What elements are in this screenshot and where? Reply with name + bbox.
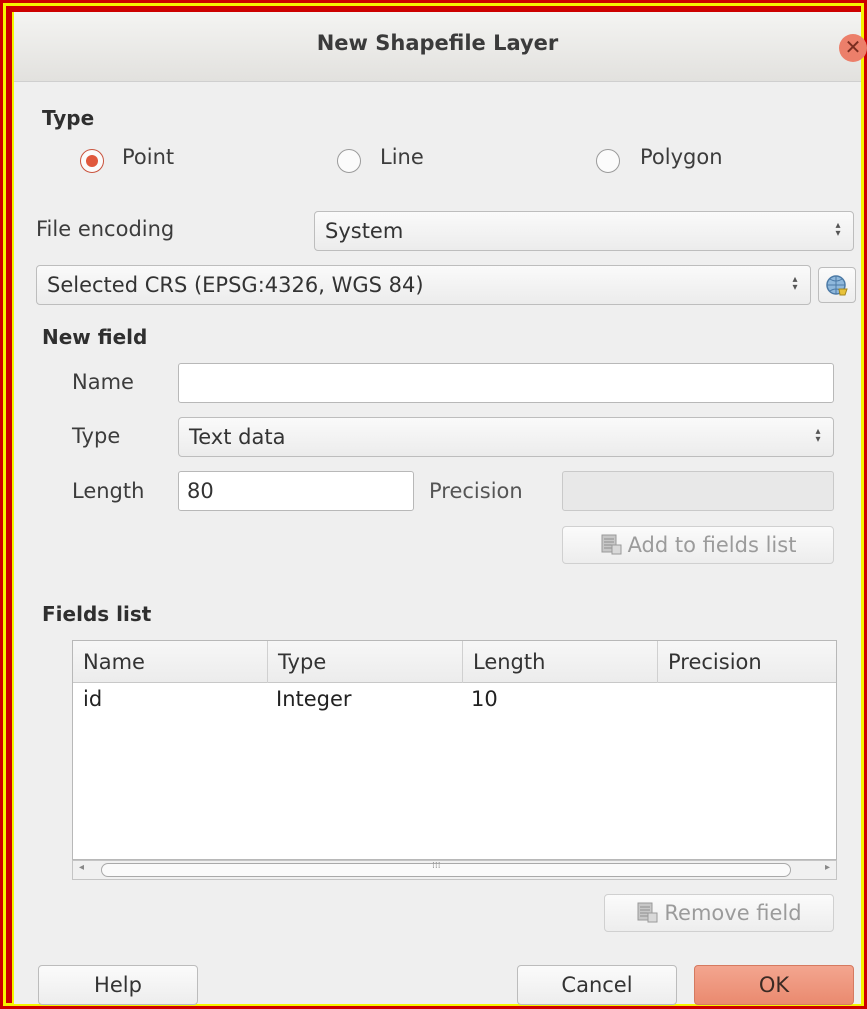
file-encoding-value: System [325,219,404,243]
file-encoding-select[interactable]: System ▴ ▾ [314,211,854,251]
crs-selector-button[interactable] [818,267,856,303]
field-type-select[interactable]: Text data ▴ ▾ [178,417,834,457]
point-radio[interactable] [80,149,104,173]
line-label[interactable]: Line [380,145,424,169]
spin-arrows-icon: ▴ ▾ [835,220,841,239]
close-icon[interactable]: ✕ [839,34,867,62]
new-field-section-label: New field [42,325,148,349]
polygon-radio[interactable] [596,149,620,173]
remove-field-icon [637,902,658,923]
cell-length: 10 [471,687,498,711]
remove-field-button[interactable]: Remove field [604,894,834,932]
crs-value: Selected CRS (EPSG:4326, WGS 84) [47,273,424,297]
field-type-value: Text data [189,425,286,449]
column-header-length[interactable]: Length [463,641,658,683]
fields-list-table[interactable]: Name Type Length Precision id Integer 10 [72,640,837,860]
length-label: Length [72,479,145,503]
column-header-precision[interactable]: Precision [658,641,838,683]
type-section-label: Type [42,106,95,130]
add-to-fields-list-button[interactable]: Add to fields list [562,526,834,564]
cancel-button[interactable]: Cancel [517,965,677,1005]
cell-type: Integer [276,687,352,711]
add-field-icon [601,534,622,555]
dialog-title: New Shapefile Layer [316,31,559,55]
scrollbar-grip: ⁞⁞⁞ [432,861,441,871]
add-to-fields-list-label: Add to fields list [627,533,797,557]
remove-field-label: Remove field [664,901,802,925]
name-label: Name [72,370,134,394]
fields-list-section-label: Fields list [42,602,152,626]
line-radio[interactable] [337,149,361,173]
title-bar: New Shapefile Layer ✕ [14,12,867,82]
column-header-type[interactable]: Type [268,641,463,683]
polygon-label[interactable]: Polygon [640,145,723,169]
point-label[interactable]: Point [122,145,174,169]
crs-select[interactable]: Selected CRS (EPSG:4326, WGS 84) ▴ ▾ [36,265,811,305]
ok-button[interactable]: OK [694,965,854,1005]
scroll-right-icon[interactable]: ▸ [825,862,830,873]
spin-arrows-icon: ▴ ▾ [792,274,798,293]
scrollbar-thumb[interactable]: ⁞⁞⁞ [101,861,791,877]
new-shapefile-dialog: New Shapefile Layer ✕ Type Point Line Po… [12,12,867,1006]
scroll-left-icon[interactable]: ◂ [79,862,84,873]
spin-arrows-icon: ▴ ▾ [815,426,821,445]
type-label: Type [72,424,121,448]
precision-label: Precision [429,479,523,503]
horizontal-scrollbar[interactable]: ◂ ⁞⁞⁞ ▸ [72,860,837,880]
cell-name: id [83,687,103,711]
help-button[interactable]: Help [38,965,198,1005]
column-header-name[interactable]: Name [73,641,268,683]
field-precision-input[interactable] [562,471,834,511]
file-encoding-label: File encoding [36,217,175,241]
field-name-input[interactable] [178,363,834,403]
globe-icon [826,275,848,296]
table-header: Name Type Length Precision [73,641,836,683]
field-length-input[interactable]: 80 [178,471,414,511]
